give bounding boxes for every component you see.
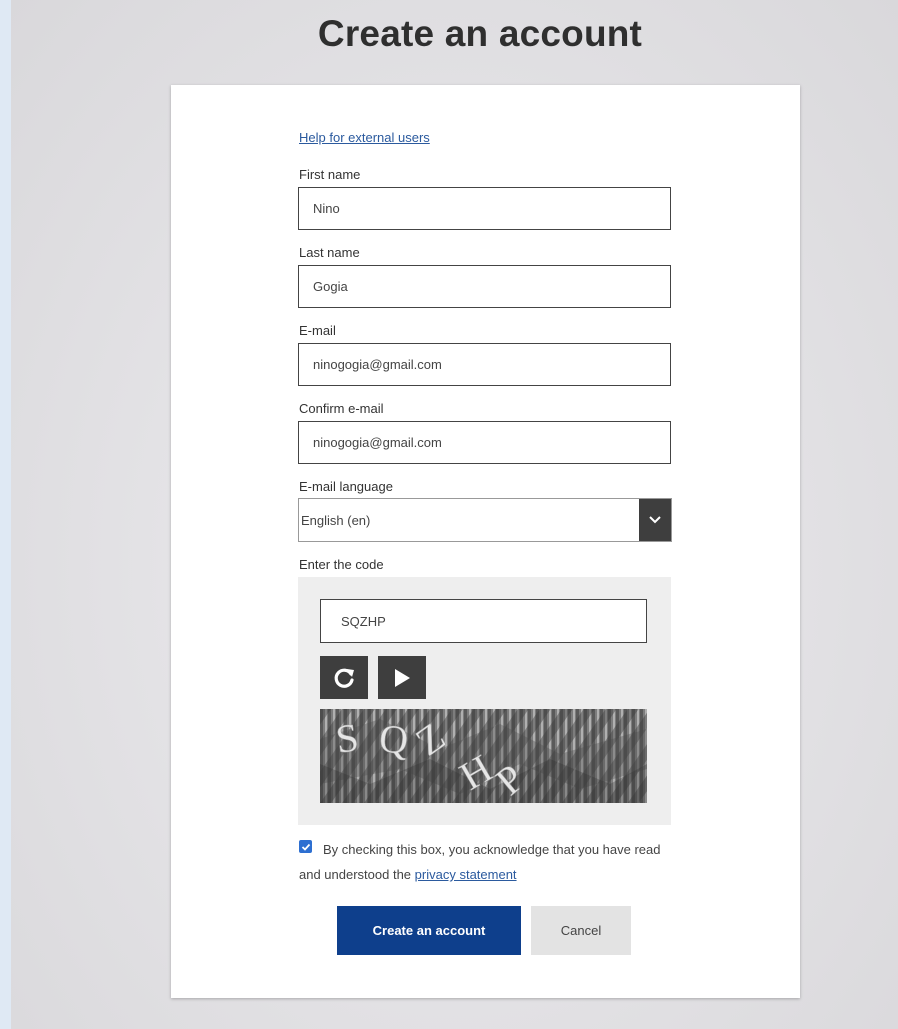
captcha-value: SQZHP [341, 613, 386, 629]
cancel-button[interactable]: Cancel [531, 906, 631, 955]
registration-card: Help for external users First name Nino … [171, 85, 800, 998]
last-name-input[interactable]: Gogia [298, 265, 671, 308]
consent-text: By checking this box, you acknowledge th… [299, 837, 679, 887]
chevron-down-icon[interactable] [639, 499, 671, 541]
email-value: ninogogia@gmail.com [313, 357, 442, 372]
email-label: E-mail [299, 323, 336, 338]
confirm-email-input[interactable]: ninogogia@gmail.com [298, 421, 671, 464]
captcha-panel: SQZHP S Q Z H P [298, 577, 671, 825]
privacy-statement-link[interactable]: privacy statement [415, 867, 517, 882]
captcha-label: Enter the code [299, 557, 384, 572]
first-name-value: Nino [313, 201, 340, 216]
create-account-button[interactable]: Create an account [337, 906, 521, 955]
last-name-label: Last name [299, 245, 360, 260]
captcha-input[interactable]: SQZHP [320, 599, 647, 643]
first-name-label: First name [299, 167, 361, 182]
email-language-label: E-mail language [299, 479, 393, 494]
play-icon[interactable] [378, 656, 426, 699]
help-external-users-link[interactable]: Help for external users [299, 130, 430, 145]
last-name-value: Gogia [313, 279, 348, 294]
email-language-value: English (en) [301, 512, 371, 528]
email-input[interactable]: ninogogia@gmail.com [298, 343, 671, 386]
svg-text:Q: Q [377, 715, 411, 763]
captcha-image: S Q Z H P [320, 709, 647, 803]
refresh-icon[interactable] [320, 656, 368, 699]
page-title: Create an account [317, 13, 643, 54]
page-background: Create an account Help for external user… [11, 0, 898, 1029]
email-language-select[interactable]: English (en) [298, 498, 672, 542]
confirm-email-label: Confirm e-mail [299, 401, 384, 416]
first-name-input[interactable]: Nino [298, 187, 671, 230]
confirm-email-value: ninogogia@gmail.com [313, 435, 442, 450]
